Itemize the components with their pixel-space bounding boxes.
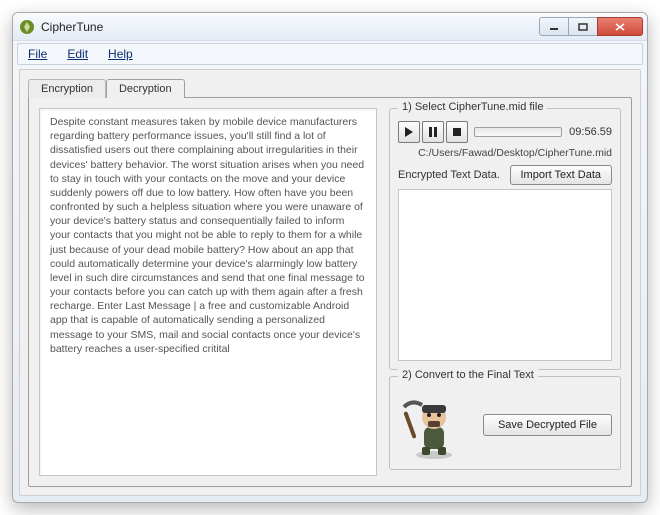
maximize-icon xyxy=(578,23,588,31)
pause-icon xyxy=(428,127,438,137)
app-window: CipherTune File Edit Help Encryption Dec… xyxy=(12,12,648,503)
pause-button[interactable] xyxy=(422,121,444,143)
window-title: CipherTune xyxy=(41,20,540,34)
miner-character-icon xyxy=(402,397,466,461)
window-controls xyxy=(540,17,643,36)
client-area: Encryption Decryption Despite constant m… xyxy=(19,69,641,496)
encrypted-text-data-area[interactable] xyxy=(398,189,612,361)
minimize-button[interactable] xyxy=(539,17,569,36)
encrypted-text-label: Encrypted Text Data. xyxy=(398,169,504,181)
stop-button[interactable] xyxy=(446,121,468,143)
group-convert-legend: 2) Convert to the Final Text xyxy=(398,369,538,381)
close-button[interactable] xyxy=(597,17,643,36)
close-icon xyxy=(615,23,625,31)
player-bar: 09:56.59 xyxy=(398,121,612,143)
menu-bar: File Edit Help xyxy=(17,43,643,65)
save-decrypted-button[interactable]: Save Decrypted File xyxy=(483,414,612,436)
encrypted-row: Encrypted Text Data. Import Text Data xyxy=(398,165,612,185)
app-icon xyxy=(19,19,35,35)
tab-decryption[interactable]: Decryption xyxy=(106,79,185,98)
right-panel: 1) Select CipherTune.mid file 09:56.59 xyxy=(389,108,621,476)
menu-file[interactable]: File xyxy=(18,44,57,64)
file-path-label: C:/Users/Fawad/Desktop/CipherTune.mid xyxy=(398,147,612,159)
seek-track[interactable] xyxy=(474,127,562,137)
tab-strip: Encryption Decryption xyxy=(28,78,632,97)
titlebar: CipherTune xyxy=(13,13,647,41)
tab-page-decryption: Despite constant measures taken by mobil… xyxy=(28,97,632,487)
menu-help[interactable]: Help xyxy=(98,44,143,64)
group-select-file-legend: 1) Select CipherTune.mid file xyxy=(398,101,547,113)
stop-icon xyxy=(452,127,462,137)
play-icon xyxy=(404,127,414,137)
decrypted-text-area[interactable]: Despite constant measures taken by mobil… xyxy=(39,108,377,476)
import-text-button[interactable]: Import Text Data xyxy=(510,165,613,185)
group-select-file: 1) Select CipherTune.mid file 09:56.59 xyxy=(389,108,621,370)
menu-edit[interactable]: Edit xyxy=(57,44,98,64)
minimize-icon xyxy=(549,23,559,31)
tab-encryption[interactable]: Encryption xyxy=(28,79,106,98)
time-label: 09:56.59 xyxy=(568,126,612,138)
group-convert: 2) Convert to the Final Text xyxy=(389,376,621,470)
maximize-button[interactable] xyxy=(568,17,598,36)
play-button[interactable] xyxy=(398,121,420,143)
